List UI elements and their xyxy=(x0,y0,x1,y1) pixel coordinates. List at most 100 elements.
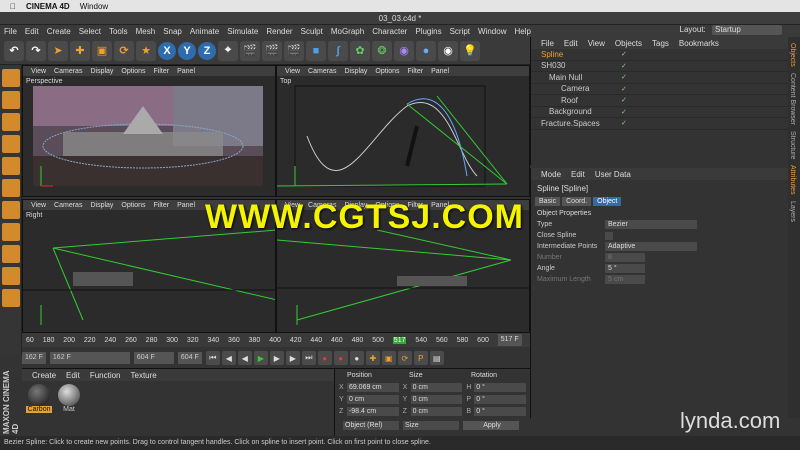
vp-display[interactable]: Display xyxy=(90,202,113,209)
preview-min-field[interactable]: 162 F xyxy=(49,352,130,364)
apple-icon[interactable]:  xyxy=(10,2,16,11)
menu-window[interactable]: Window xyxy=(474,27,510,36)
visibility-icon[interactable]: ✓ xyxy=(621,85,629,93)
next-frame-icon[interactable]: ▶ xyxy=(269,351,284,365)
camera-icon[interactable]: ◉ xyxy=(438,40,458,61)
obj-menu-edit[interactable]: Edit xyxy=(564,39,578,48)
nurbs-icon[interactable]: ✿ xyxy=(350,40,370,61)
param-key-icon[interactable]: P xyxy=(413,351,428,365)
vp-options[interactable]: Options xyxy=(375,68,399,75)
vp-cameras[interactable]: Cameras xyxy=(54,202,82,209)
prev-frame-icon[interactable]: ◀ xyxy=(237,351,252,365)
viewport-top[interactable]: View Cameras Display Options Filter Pane… xyxy=(276,65,530,197)
object-row[interactable]: Main Null ✓ xyxy=(531,72,788,84)
go-to-end-icon[interactable]: ⏭ xyxy=(301,351,316,365)
mat-menu-edit[interactable]: Edit xyxy=(66,371,80,380)
vp-filter[interactable]: Filter xyxy=(408,68,424,75)
visibility-icon[interactable]: ✓ xyxy=(621,62,629,70)
vp-view[interactable]: View xyxy=(31,68,46,75)
app-menu[interactable]: CINEMA 4D xyxy=(26,2,70,11)
tab-content-browser[interactable]: Content Browser xyxy=(789,73,796,125)
prev-key-icon[interactable]: ◀ xyxy=(221,351,236,365)
end-frame-field[interactable]: 604 F xyxy=(177,352,202,364)
menu-render[interactable]: Render xyxy=(262,27,296,36)
next-key-icon[interactable]: ▶ xyxy=(285,351,300,365)
current-frame-field[interactable]: 517 F xyxy=(497,334,522,346)
scale-key-icon[interactable]: ▣ xyxy=(381,351,396,365)
menu-animate[interactable]: Animate xyxy=(186,27,223,36)
tab-objects[interactable]: Objects xyxy=(789,43,796,67)
record-icon[interactable]: ● xyxy=(317,351,332,365)
scene-icon[interactable]: ● xyxy=(416,40,436,61)
rotate-key-icon[interactable]: ⟳ xyxy=(397,351,412,365)
max-length-field[interactable]: 5 cm xyxy=(605,275,645,284)
render-picture-viewer-icon[interactable]: 🎬 xyxy=(262,40,282,61)
mat-menu-create[interactable]: Create xyxy=(32,371,56,380)
vp-filter[interactable]: Filter xyxy=(154,68,170,75)
menu-snap[interactable]: Snap xyxy=(159,27,186,36)
playhead-frame[interactable]: 517 xyxy=(392,336,407,344)
vp-panel[interactable]: Panel xyxy=(177,202,195,209)
size-mode-dropdown[interactable]: Size xyxy=(403,420,459,430)
vp-cameras[interactable]: Cameras xyxy=(308,68,336,75)
vp-view[interactable]: View xyxy=(31,202,46,209)
move-key-icon[interactable]: ✚ xyxy=(365,351,380,365)
edges-mode-icon[interactable] xyxy=(2,157,20,175)
rotation-p-field[interactable]: 0 ° xyxy=(474,394,527,404)
array-icon[interactable]: ❂ xyxy=(372,40,392,61)
attr-menu-mode[interactable]: Mode xyxy=(541,170,561,179)
visibility-icon[interactable]: ✓ xyxy=(621,96,629,104)
object-row[interactable]: Fracture.Spaces ✓ xyxy=(531,118,788,130)
position-x-field[interactable]: 69.069 cm xyxy=(346,382,399,392)
viewport-perspective[interactable]: View Cameras Display Options Filter Pane… xyxy=(22,65,276,197)
material-item[interactable]: Mat xyxy=(56,384,82,413)
timeline-ruler[interactable]: 60 180 200 220 240 260 280 300 320 340 3… xyxy=(22,333,530,347)
menu-simulate[interactable]: Simulate xyxy=(223,27,262,36)
light-icon[interactable]: 💡 xyxy=(460,40,480,61)
layout-dropdown[interactable]: Startup xyxy=(712,25,782,35)
vp-panel[interactable]: Panel xyxy=(177,68,195,75)
position-z-field[interactable]: -98.4 cm xyxy=(346,406,399,416)
texture-mode-icon[interactable] xyxy=(2,113,20,131)
scale-tool-icon[interactable]: ▣ xyxy=(92,40,112,61)
menu-sculpt[interactable]: Sculpt xyxy=(297,27,327,36)
rotation-h-field[interactable]: 0 ° xyxy=(474,382,527,392)
vp-panel[interactable]: Panel xyxy=(431,68,449,75)
object-row[interactable]: Roof ✓ xyxy=(531,95,788,107)
snap-icon[interactable] xyxy=(2,223,20,241)
visibility-icon[interactable]: ✓ xyxy=(621,50,629,58)
spline-pen-icon[interactable]: ∫ xyxy=(328,40,348,61)
close-spline-checkbox[interactable] xyxy=(605,231,613,240)
visibility-icon[interactable]: ✓ xyxy=(621,119,629,127)
model-mode-icon[interactable] xyxy=(2,91,20,109)
vp-view[interactable]: View xyxy=(285,68,300,75)
attr-menu-userdata[interactable]: User Data xyxy=(595,170,631,179)
deformer-icon[interactable]: ◉ xyxy=(394,40,414,61)
number-field[interactable]: 8 xyxy=(605,253,645,262)
preview-max-field[interactable]: 604 F xyxy=(133,352,174,364)
obj-menu-file[interactable]: File xyxy=(541,39,554,48)
angle-field[interactable]: 5 ° xyxy=(605,264,645,273)
object-row[interactable]: Background ✓ xyxy=(531,107,788,118)
visibility-icon[interactable]: ✓ xyxy=(621,73,629,81)
obj-menu-bookmarks[interactable]: Bookmarks xyxy=(679,39,719,48)
autokey-icon[interactable]: ● xyxy=(333,351,348,365)
menu-plugins[interactable]: Plugins xyxy=(411,27,445,36)
tab-coord[interactable]: Coord. xyxy=(562,197,592,206)
lock-icon[interactable] xyxy=(2,267,20,285)
menu-script[interactable]: Script xyxy=(446,27,474,36)
obj-menu-tags[interactable]: Tags xyxy=(652,39,669,48)
rotate-tool-icon[interactable]: ⟳ xyxy=(114,40,134,61)
tab-layers[interactable]: Layers xyxy=(789,201,796,222)
vp-cameras[interactable]: Cameras xyxy=(54,68,82,75)
type-dropdown[interactable]: Bezier xyxy=(605,220,697,229)
coordinate-system-icon[interactable]: ⌖ xyxy=(218,40,238,61)
menu-file[interactable]: File xyxy=(0,27,21,36)
grid-icon[interactable] xyxy=(2,289,20,307)
tab-attributes[interactable]: Attributes xyxy=(789,165,796,195)
move-tool-icon[interactable]: ✚ xyxy=(70,40,90,61)
obj-menu-objects[interactable]: Objects xyxy=(615,39,642,48)
material-item[interactable]: Carbon xyxy=(26,384,52,413)
vp-display[interactable]: Display xyxy=(90,68,113,75)
menu-create[interactable]: Create xyxy=(43,27,75,36)
